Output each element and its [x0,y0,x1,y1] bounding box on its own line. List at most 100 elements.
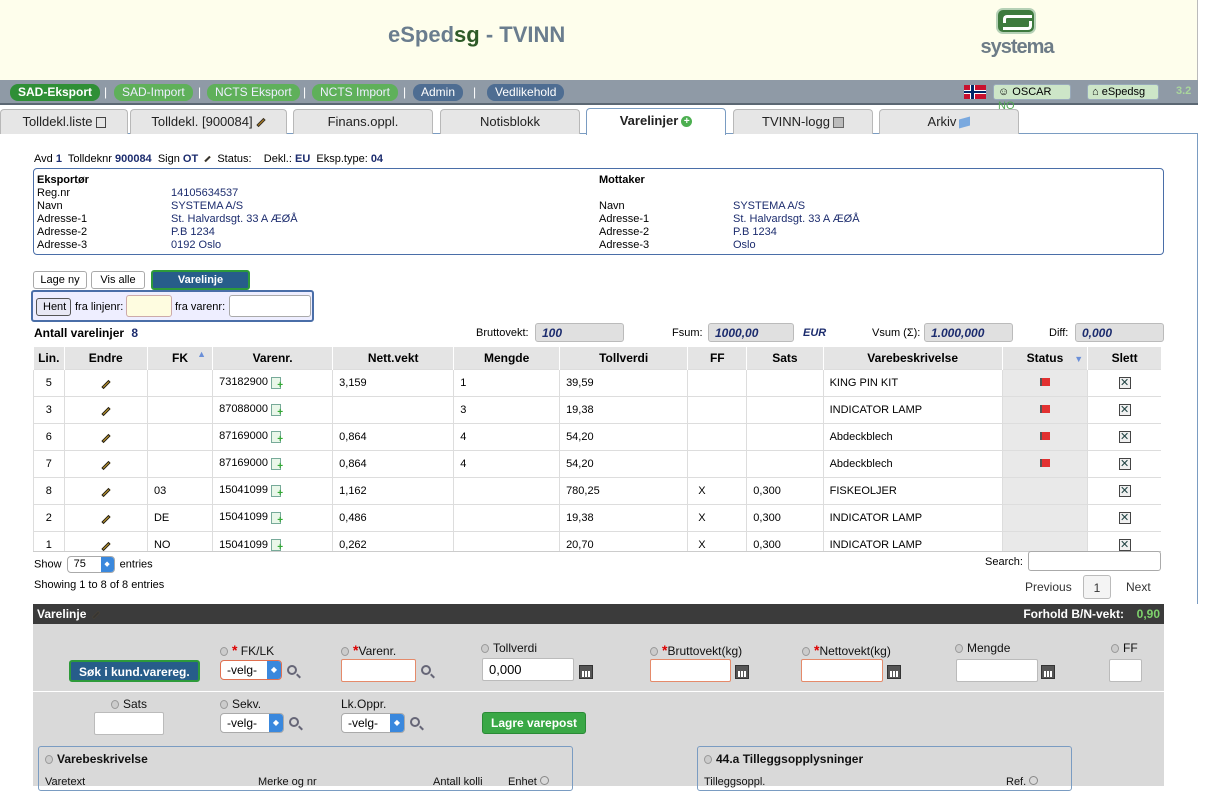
col-slett[interactable]: Slett [1087,347,1161,369]
delete-icon[interactable]: ✕ [1118,430,1131,443]
nav-ncts-eksport[interactable]: NCTS Eksport [207,84,300,101]
cell-slett[interactable]: ✕ [1087,449,1161,477]
add-document-icon[interactable] [271,376,283,391]
col-status[interactable]: Status ▼ [1001,347,1088,369]
cell-endre[interactable] [63,503,148,531]
varenr-input[interactable] [341,659,416,682]
col-fk[interactable]: FK ▲ [146,347,213,369]
tab-notisblokk[interactable]: Notisblokk [440,109,580,134]
cell-slett[interactable]: ✕ [1087,395,1161,423]
col-lin[interactable]: Lin. [33,347,65,369]
edit-pencil-icon[interactable] [101,541,111,551]
cell-slett[interactable]: ✕ [1087,368,1161,396]
calculator-icon[interactable] [735,665,749,679]
mengde-input[interactable] [956,659,1038,682]
entries-select[interactable]: 75 ◆ [66,556,115,573]
hent-button[interactable]: Hent [36,298,71,316]
fklk-select[interactable]: -velg- ◆ [220,660,282,680]
cell-endre[interactable] [63,476,148,504]
table-row[interactable]: 7 871690000,864454,20 Abdeckblech ✕ [33,449,1161,477]
nettovekt-input[interactable] [801,659,883,682]
cell-endre[interactable] [63,422,148,450]
search-icon[interactable] [289,717,299,727]
col-ff[interactable]: FF [687,347,747,369]
espedsg-home-button[interactable]: ⌂ eSpedsg [1087,84,1159,100]
table-row[interactable]: 2 DE150410990,486 19,38X0,300INDICATOR LAM… [33,503,1161,531]
col-mengde[interactable]: Mengde [453,347,560,369]
lage-ny-button[interactable]: Lage ny [33,271,87,289]
fra-varenr-input[interactable] [229,295,311,317]
nav-ncts-import[interactable]: NCTS Import [312,84,399,101]
search-icon[interactable] [410,717,420,727]
sats-input[interactable] [94,712,164,735]
vis-alle-button[interactable]: Vis alle [91,271,145,289]
tab-tolldekl[interactable]: Tolldekl. [900084] [130,109,287,134]
cell-slett[interactable]: ✕ [1087,476,1161,504]
nav-vedlikehold[interactable]: Vedlikehold [487,84,565,101]
nav-sad-import[interactable]: SAD-Import [114,84,193,101]
edit-pencil-icon[interactable] [101,406,111,416]
fra-linjenr-input[interactable] [126,295,172,317]
calculator-icon[interactable] [579,665,593,679]
search-icon[interactable] [287,665,297,675]
table-row[interactable]: 5 731829003,159139,59 KING PIN KIT ✕ [33,368,1161,396]
bruttovekt-input[interactable] [650,659,731,682]
add-document-icon[interactable] [271,538,283,551]
col-varenr[interactable]: Varenr. [212,347,333,369]
edit-pencil-icon[interactable] [101,460,111,470]
tab-tvinn-logg[interactable]: TVINN-logg [733,109,873,134]
cell-slett[interactable]: ✕ [1087,530,1161,551]
cell-slett[interactable]: ✕ [1087,422,1161,450]
add-document-icon[interactable] [271,430,283,445]
delete-icon[interactable]: ✕ [1118,511,1131,524]
pager-page-1[interactable]: 1 [1083,575,1111,599]
tab-arkiv[interactable]: Arkiv [879,109,1019,134]
sekv-select[interactable]: -velg- ◆ [220,713,284,733]
tab-tolldekl-liste[interactable]: Tolldekl.liste [0,109,128,134]
tab-varelinjer[interactable]: Varelinjer + [586,108,726,135]
calculator-icon[interactable] [1041,665,1055,679]
edit-pencil-icon[interactable] [101,379,111,389]
edit-pencil-icon[interactable] [101,487,111,497]
add-document-icon[interactable] [271,511,283,526]
table-row[interactable]: 8 03150410991,162 780,25X0,300FISKEOLJER ✕ [33,476,1161,504]
user-button[interactable]: ☺ OSCAR NO [993,84,1071,112]
pager-previous[interactable]: Previous [1025,575,1072,599]
pager-next[interactable]: Next [1126,575,1151,599]
col-nettvekt[interactable]: Nett.vekt [332,347,454,369]
col-sats[interactable]: Sats [746,347,824,369]
edit-pencil-icon[interactable] [101,514,111,524]
col-varebeskrivelse[interactable]: Varebeskrivelse [822,347,1003,369]
tab-finans-oppl[interactable]: Finans.oppl. [293,109,433,134]
add-document-icon[interactable] [271,484,283,499]
sok-kund-varereg-button[interactable]: Søk i kund.varereg. [69,660,200,682]
cell-endre[interactable] [63,395,148,423]
varelinje-kontroll-button[interactable]: Varelinje kontroll [151,270,250,302]
lkoppr-select[interactable]: -velg- ◆ [341,713,405,733]
search-icon[interactable] [421,665,431,675]
delete-icon[interactable]: ✕ [1118,403,1131,416]
delete-icon[interactable]: ✕ [1118,538,1131,551]
lagre-varepost-button[interactable]: Lagre varepost [482,712,587,734]
table-row[interactable]: 6 871690000,864454,20 Abdeckblech ✕ [33,422,1161,450]
delete-icon[interactable]: ✕ [1118,457,1131,470]
table-row[interactable]: 387088000319,38INDICATOR LAMP✕ [33,395,1161,423]
nav-admin[interactable]: Admin [413,84,464,101]
delete-icon[interactable]: ✕ [1118,376,1131,389]
nav-sad-eksport[interactable]: SAD-Eksport [10,84,101,101]
cell-slett[interactable]: ✕ [1087,503,1161,531]
cell-endre[interactable] [63,368,148,396]
delete-icon[interactable]: ✕ [1118,484,1131,497]
ff-input[interactable] [1109,659,1142,682]
cell-endre[interactable] [63,530,148,551]
table-row[interactable]: 1 NO150410990,262 20,70X0,300INDICATOR LAM… [33,530,1161,551]
calculator-icon[interactable] [887,665,901,679]
add-document-icon[interactable] [271,403,283,418]
add-document-icon[interactable] [271,457,283,472]
tollverdi-input[interactable]: 0,000 [482,658,574,681]
edit-pencil-icon[interactable] [101,433,111,443]
col-tollverdi[interactable]: Tollverdi [559,347,688,369]
table-search-input[interactable] [1028,551,1161,571]
cell-endre[interactable] [63,449,148,477]
col-endre[interactable]: Endre [63,347,148,369]
